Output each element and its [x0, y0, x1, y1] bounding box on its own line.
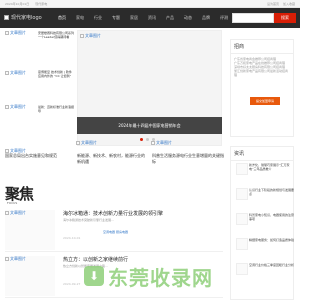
image-alt-text: 文章图片: [10, 256, 26, 261]
left-article-title-3[interactable]: 最新：迈新标准行业新浪报导: [38, 105, 74, 113]
hot-list-item[interactable]: 新岁化，璀璨巧家展示“汇万家电”三年品质推介: [236, 163, 294, 183]
broken-image-icon: [5, 31, 9, 35]
download-icon: ⬇: [84, 266, 104, 286]
top-site-name[interactable]: 现代家电: [35, 2, 47, 6]
left-article-title-2[interactable]: 思博能显 技术创新 | 软件应用内外的 “CC 让惯例”: [38, 70, 74, 78]
news-thumb[interactable]: 文章图片: [5, 210, 55, 250]
hot-list-item[interactable]: 认识行业下阶段的新规划与发展要点: [236, 188, 294, 208]
broken-image-icon: [80, 34, 84, 38]
broken-image-icon: [5, 71, 9, 75]
news-desc: 海尔冰箱通技术突破新引擎行业发展...: [63, 218, 114, 222]
hot-thumb: [236, 188, 248, 200]
logo-text: 现代家电logo: [11, 15, 42, 21]
main-nav: 首页 家电 行业 专题 家居 资讯 产品 动态 品牌 评测: [53, 15, 233, 21]
image-alt-text: 文章图片: [10, 210, 26, 215]
image-alt-text: 文章图片: [10, 30, 26, 35]
hot-list-item[interactable]: 科普家电小知识，电器使用的注意事项: [236, 213, 294, 233]
broken-image-icon: [5, 211, 9, 215]
feature-title-2[interactable]: 新能源、新技术、新农村，能源行业的新机遇: [77, 153, 147, 165]
news-thumb[interactable]: 文章图片: [5, 256, 55, 296]
nav-item-product[interactable]: 产品: [161, 15, 179, 21]
news-date: 2024-10-01: [63, 236, 81, 240]
sidebar-hot-title: 资讯: [231, 147, 293, 161]
feature-title-1[interactable]: 国家总局出台实施意见和规范: [5, 153, 71, 158]
banner-caption[interactable]: 2024年最十四届中国家电营销年会: [77, 117, 222, 134]
nav-item-news[interactable]: 资讯: [143, 15, 161, 21]
hot-item-text[interactable]: 新岁化，璀璨巧家展示“汇万家电”三年品质推介: [249, 163, 294, 171]
nav-item-appliance[interactable]: 家电: [71, 15, 89, 21]
news-list-item[interactable]: 文章图片 海尔冰箱通：技术创新力量行业发展的领引擎 海尔冰箱通技术突破新引擎行业…: [5, 208, 223, 252]
nav-item-home-living[interactable]: 家居: [125, 15, 143, 21]
hot-thumb: [236, 263, 248, 275]
broken-image-icon: [4, 15, 9, 20]
hot-list-item[interactable]: 空调行业价格三季度回暖行业分析: [236, 263, 294, 283]
hot-item-text[interactable]: 精细家电服务：如何打造品质体验: [249, 238, 294, 242]
nav-item-industry[interactable]: 行业: [89, 15, 107, 21]
add-favorite-link[interactable]: 加入收藏: [283, 2, 295, 6]
hot-list-item[interactable]: 精细家电服务：如何打造品质体验: [236, 238, 294, 258]
carousel-dot[interactable]: [140, 138, 143, 141]
image-alt-text: 文章图片: [10, 70, 26, 75]
site-logo[interactable]: 现代家电logo: [4, 14, 42, 21]
news-title[interactable]: 海尔冰箱通：技术创新力量行业发展的领引擎: [63, 210, 163, 217]
carousel-dot[interactable]: [146, 138, 149, 141]
nav-item-topic[interactable]: 专题: [107, 15, 125, 21]
left-thumb-2[interactable]: 文章图片: [5, 70, 26, 76]
nav-item-review[interactable]: 评测: [215, 15, 233, 21]
search-button[interactable]: 搜索: [274, 13, 296, 23]
nav-item-home[interactable]: 首页: [53, 15, 71, 21]
top-utility-bar: 2024年10月01日 现代家电 设为首页 加入收藏: [0, 0, 300, 8]
image-alt-text: 文章图片: [81, 140, 97, 145]
broken-image-icon: [151, 141, 155, 145]
broken-image-icon: [76, 141, 80, 145]
sidebar-ad-box: 招商 广东省家电商会推荐公司招商理 广东万和家电产品在线推荐公司招商理 深圳市好…: [230, 39, 294, 137]
top-date: 2024年10月01日: [5, 1, 30, 6]
hot-thumb: [236, 213, 248, 225]
watermark-text: 东莞收录网: [108, 266, 213, 290]
apply-join-button[interactable]: 提交加盟申请: [250, 97, 280, 105]
sidebar-ad-title: 招商: [231, 40, 293, 54]
hot-item-text[interactable]: 认识行业下阶段的新规划与发展要点: [249, 188, 294, 196]
broken-image-icon: [5, 105, 9, 109]
feature-thumb-2[interactable]: 文章图片: [76, 140, 97, 146]
sidebar-ad-line[interactable]: 浙江创新家电产品有限公司最新活动招商理: [234, 69, 290, 77]
hot-thumb: [236, 238, 248, 250]
main-header: 现代家电logo 首页 家电 行业 专题 家居 资讯 产品 动态 品牌 评测 搜…: [0, 8, 300, 28]
image-alt-text: 文章图片: [156, 140, 172, 145]
news-tags[interactable]: 空调电器 厨房电器: [103, 230, 128, 234]
image-alt-text: 文章图片: [85, 33, 101, 38]
set-homepage-link[interactable]: 设为首页: [267, 2, 279, 6]
focus-subtitle: FOCUS: [7, 201, 18, 205]
image-alt-text: 文章图片: [10, 104, 26, 109]
hot-item-text[interactable]: 空调行业价格三季度回暖行业分析: [249, 263, 294, 267]
search-input[interactable]: [232, 13, 274, 23]
left-thumb-1[interactable]: 文章图片: [5, 30, 26, 36]
news-date: 2024-09-27: [63, 282, 81, 286]
broken-image-icon: [5, 257, 9, 261]
feature-thumb-3[interactable]: 文章图片: [151, 140, 172, 146]
hot-item-text[interactable]: 科普家电小知识，电器使用的注意事项: [249, 213, 294, 221]
feature-title-3[interactable]: 科普生活服务源电行业生意增量的关键指标: [152, 153, 224, 165]
hot-thumb: [236, 163, 248, 175]
nav-item-brand[interactable]: 品牌: [197, 15, 215, 21]
left-article-title-1[interactable]: 安居楼阁科技有限公司系列一个Leader值得期待看: [38, 31, 74, 39]
nav-item-dynamic[interactable]: 动态: [179, 15, 197, 21]
left-thumb-3[interactable]: 文章图片: [5, 104, 26, 110]
